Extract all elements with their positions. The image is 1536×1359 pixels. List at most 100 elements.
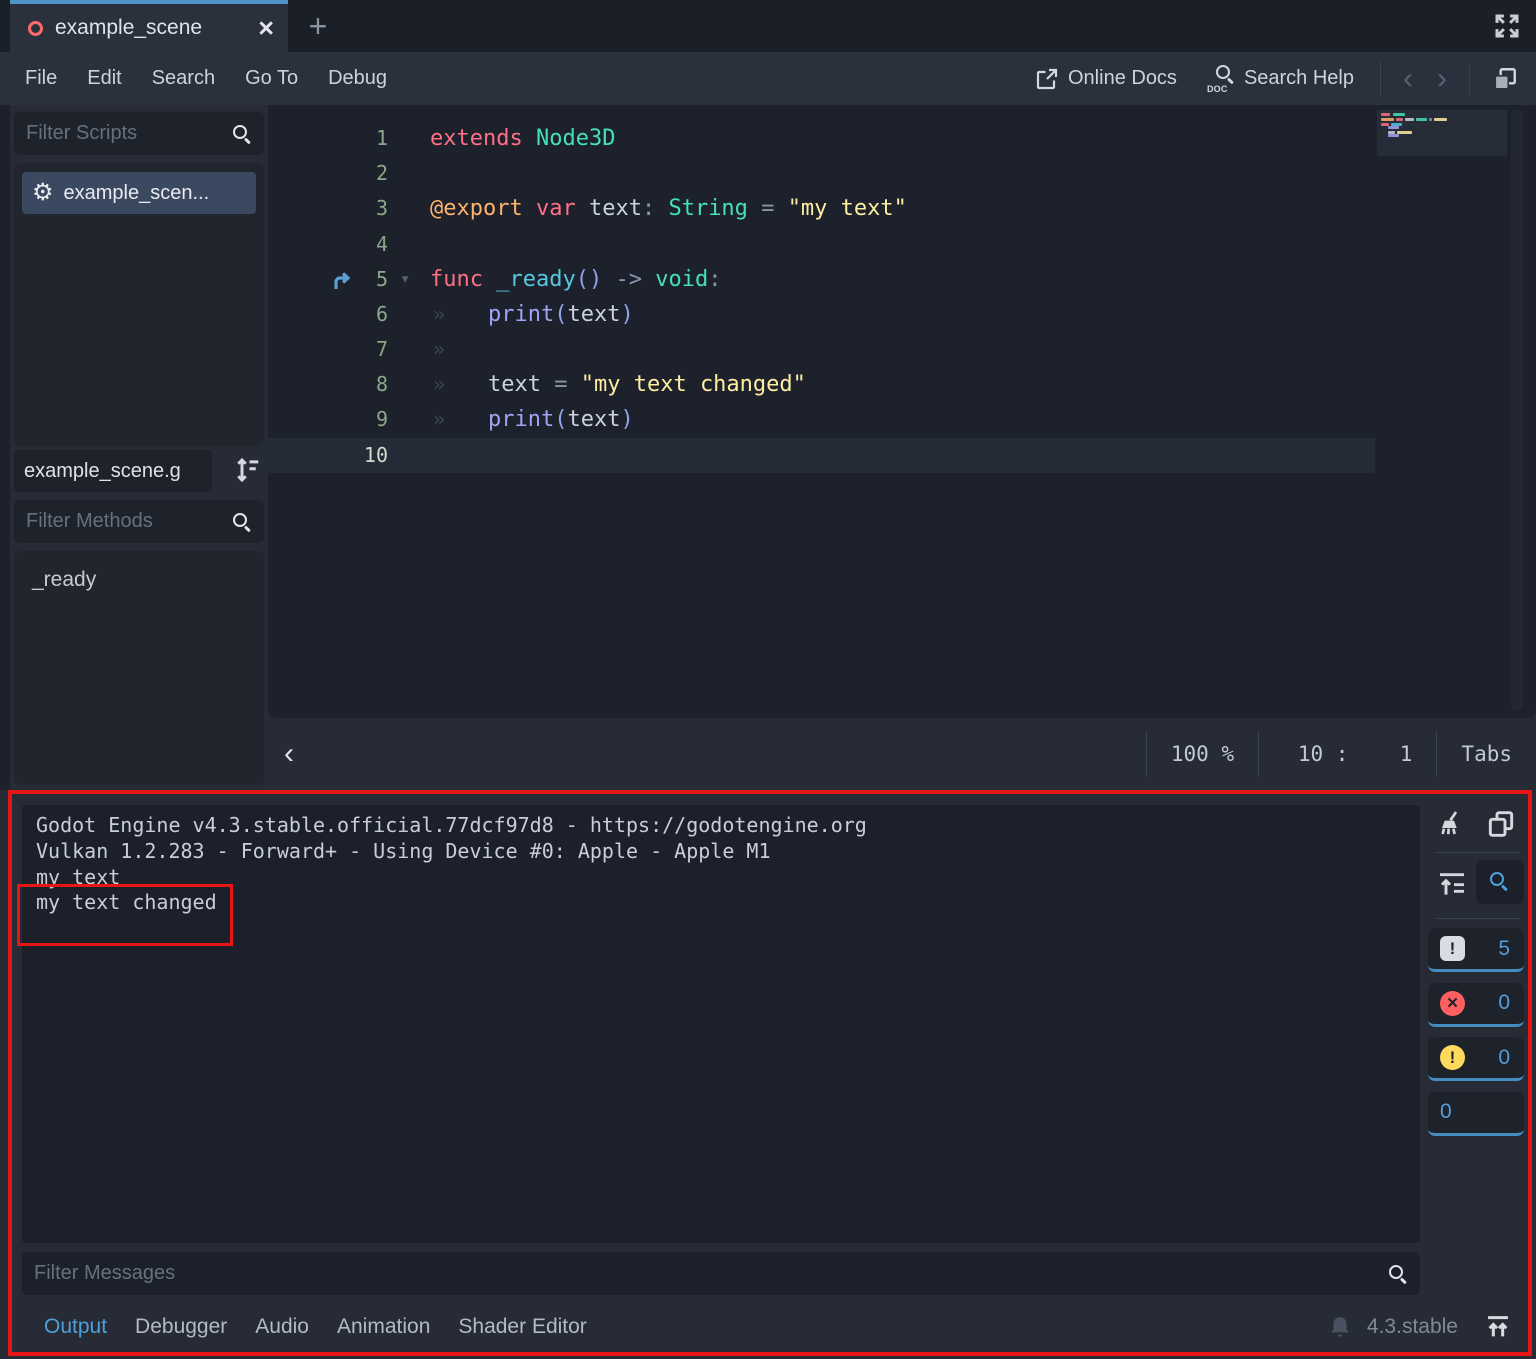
engine-version-label: 4.3.stable <box>1366 1315 1458 1338</box>
search-icon <box>1489 871 1511 893</box>
errors-filter-button[interactable]: × 0 <box>1428 982 1524 1027</box>
menu-search[interactable]: Search <box>137 52 230 105</box>
bottom-tab-debugger[interactable]: Debugger <box>121 1315 241 1339</box>
code-text: print(text) <box>488 301 634 327</box>
code-line-8[interactable]: 8 » text = "my text changed" <box>268 367 1536 402</box>
filter-scripts-field[interactable] <box>14 112 264 155</box>
code-line-7[interactable]: 7» <box>268 332 1536 367</box>
editor-scrollbar[interactable] <box>1511 109 1523 711</box>
messages-filter-button[interactable]: ! 5 <box>1428 928 1524 972</box>
bottom-tab-audio[interactable]: Audio <box>241 1315 323 1339</box>
collapse-duplicates-icon[interactable] <box>1436 868 1468 900</box>
filter-methods-input[interactable] <box>26 510 232 533</box>
filter-messages-field[interactable] <box>22 1252 1420 1295</box>
tab-example-scene[interactable]: example_scene × <box>10 0 288 52</box>
code-line-6[interactable]: 6 » print(text) <box>268 297 1536 332</box>
tab-indent-mark: » <box>433 337 446 362</box>
code-line-1[interactable]: 1 extends Node3D <box>268 121 1536 156</box>
editor-status-bar: ‹ 100 % 10 :1 Tabs <box>268 718 1536 790</box>
filter-scripts-input[interactable] <box>26 122 232 145</box>
code-line-3[interactable]: 3 @export var text: String = "my text" <box>268 191 1536 226</box>
bottom-dock-tabs: Output Debugger Audio Animation Shader Edito… <box>12 1302 1528 1352</box>
minimap-bar <box>1381 113 1390 116</box>
code-text: text = "my text changed" <box>488 372 806 398</box>
new-tab-button[interactable]: + <box>296 0 340 52</box>
warnings-icon: ! <box>1440 1045 1465 1070</box>
divider <box>1436 852 1520 853</box>
fold-chevron-icon[interactable]: ▾ <box>400 262 410 297</box>
menu-items: File Edit Search Go To Debug <box>25 52 402 105</box>
bottom-tab-animation[interactable]: Animation <box>323 1315 444 1339</box>
bottom-tab-output[interactable]: Output <box>30 1315 121 1339</box>
menu-edit[interactable]: Edit <box>72 52 136 105</box>
divider <box>1380 61 1381 96</box>
line-number: 1 <box>375 126 388 150</box>
console-line: Godot Engine v4.3.stable.official.77dcf9… <box>36 813 867 837</box>
window-edge <box>0 105 10 790</box>
line-number: 8 <box>375 372 388 397</box>
sort-scripts-icon[interactable] <box>232 455 262 485</box>
notifications-bell-icon[interactable] <box>1327 1314 1353 1340</box>
code-line-4[interactable]: 4 <box>268 227 1536 262</box>
history-back-icon[interactable]: ‹ <box>1395 63 1421 94</box>
tab-indent-mark: » <box>433 372 446 397</box>
search-icon <box>232 124 252 144</box>
clear-output-icon[interactable] <box>1436 808 1468 840</box>
minimap-bar <box>1388 134 1399 137</box>
script-item-example-scen[interactable]: ⚙ example_scen... <box>22 172 256 214</box>
code-editor[interactable]: 1 extends Node3D 2 3 @export var text: Strin… <box>268 105 1536 718</box>
online-docs-button[interactable]: Online Docs <box>1023 52 1189 105</box>
menu-file[interactable]: File <box>25 52 72 105</box>
hide-scripts-panel-icon[interactable]: ‹ <box>268 737 310 771</box>
minimap-bar <box>1381 118 1394 121</box>
console-line: my text <box>36 864 121 889</box>
line-number: 9 <box>375 407 388 432</box>
code-line-2[interactable]: 2 <box>268 156 1536 191</box>
minimap[interactable] <box>1377 110 1507 710</box>
methods-list-panel: _ready <box>14 551 264 785</box>
line-number: 6 <box>375 301 388 326</box>
output-console[interactable]: Godot Engine v4.3.stable.official.77dcf9… <box>22 805 1420 1243</box>
menu-go-to[interactable]: Go To <box>230 52 313 105</box>
scripts-list-panel: ⚙ example_scen... <box>14 163 264 446</box>
line-value: 10 <box>1297 742 1324 766</box>
warnings-filter-button[interactable]: ! 0 <box>1428 1037 1524 1081</box>
filter-messages-input[interactable] <box>34 1262 1388 1285</box>
search-output-button[interactable] <box>1476 860 1524 904</box>
line-number: 4 <box>375 231 388 256</box>
menu-bar: File Edit Search Go To Debug Online Docs DOC… <box>0 52 1536 105</box>
line-col-indicator[interactable]: 10 :1 <box>1258 731 1436 777</box>
fullscreen-icon[interactable] <box>1492 11 1522 41</box>
editor-count: 0 <box>1440 1100 1452 1123</box>
script-path-label: example_scene.g <box>14 450 212 492</box>
line-number: 5 <box>375 266 388 291</box>
close-tab-icon[interactable]: × <box>258 15 274 42</box>
console-line: Vulkan 1.2.283 - Forward+ - Using Device… <box>36 838 771 863</box>
code-line-10[interactable]: 10 <box>268 437 1536 473</box>
zoom-level[interactable]: 100 % <box>1145 731 1258 777</box>
col-value: 1 <box>1399 742 1413 766</box>
make-floating-icon[interactable] <box>1484 66 1526 92</box>
indent-type[interactable]: Tabs <box>1436 731 1536 777</box>
minimap-bar <box>1397 131 1412 134</box>
menu-debug[interactable]: Debug <box>313 52 402 105</box>
console-line: my text changed <box>36 890 217 915</box>
script-item-label: example_scen... <box>63 181 210 204</box>
warnings-count: 0 <box>1498 1045 1510 1069</box>
script-tab-bar: example_scene × + <box>0 0 1536 52</box>
filter-methods-field[interactable] <box>14 500 264 543</box>
method-item-ready[interactable]: _ready <box>22 561 256 599</box>
minimap-bar <box>1393 113 1405 116</box>
divider <box>1436 918 1520 919</box>
copy-output-icon[interactable] <box>1485 808 1517 840</box>
minimap-bar <box>1429 118 1432 121</box>
code-line-9[interactable]: 9 » print(text) <box>268 402 1536 437</box>
tab-indent-mark: » <box>433 301 446 326</box>
errors-count: 0 <box>1498 991 1510 1014</box>
code-line-5[interactable]: 5 ▾ func _ready() -> void: <box>268 262 1536 297</box>
search-help-button[interactable]: DOC Search Help <box>1197 52 1366 105</box>
editor-filter-button[interactable]: 0 <box>1428 1091 1524 1136</box>
expand-bottom-panel-icon[interactable] <box>1484 1313 1512 1341</box>
bottom-tab-shader-editor[interactable]: Shader Editor <box>444 1315 600 1339</box>
history-forward-icon[interactable]: › <box>1429 63 1455 94</box>
